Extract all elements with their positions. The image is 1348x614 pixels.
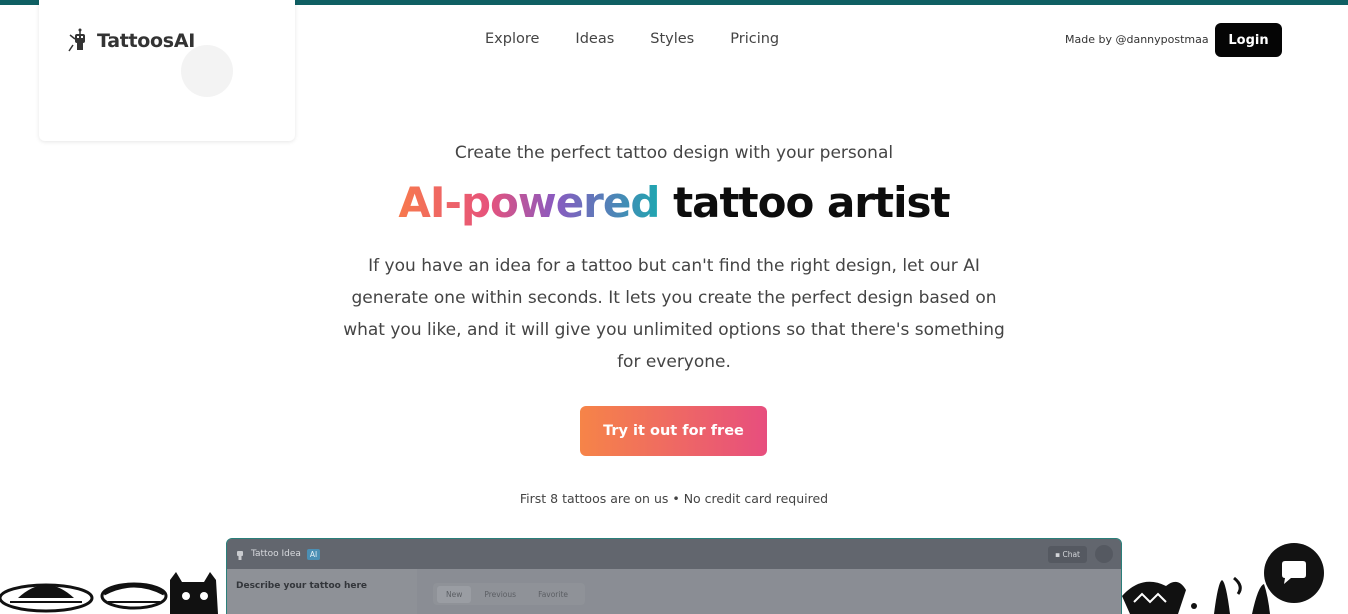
preview-chat-button: ▪ Chat — [1047, 545, 1087, 563]
preview-title: Tattoo Idea — [251, 549, 301, 559]
dropdown-ghost-card — [39, 0, 295, 141]
tab-favorite: Favorite — [538, 589, 569, 599]
hero-subtitle: Create the perfect tattoo design with yo… — [454, 143, 894, 163]
nav-pricing[interactable]: Pricing — [730, 31, 779, 47]
hero-description: If you have an idea for a tattoo but can… — [343, 256, 1005, 372]
robot-logo-icon — [68, 28, 85, 52]
nav-styles[interactable]: Styles — [650, 31, 694, 47]
login-button[interactable]: Login — [1215, 23, 1282, 57]
preview-chat-label: Chat — [1062, 549, 1080, 559]
hero-title: AI-powered tattoo artist — [0, 178, 1348, 227]
hero-title-highlight: AI-powered — [398, 178, 660, 227]
tab-previous: Previous — [484, 589, 517, 599]
logo-text: TattoosAI — [97, 30, 195, 52]
preview-header: Tattoo Idea AI ▪ Chat — [227, 539, 1121, 569]
user-icon — [1095, 545, 1113, 563]
preview-tabs: New Previous Favorite — [433, 583, 585, 605]
chat-bubble-icon: ▪ — [1054, 549, 1061, 559]
chat-widget-button[interactable] — [1264, 543, 1324, 603]
site-logo[interactable]: TattoosAI — [65, 27, 195, 55]
app-preview: Tattoo Idea AI ▪ Chat Describe your tatt… — [226, 538, 1122, 614]
free-note: First 8 tattoos are on us • No credit ca… — [519, 491, 829, 506]
describe-label: Describe your tattoo here — [236, 581, 368, 591]
hero-title-rest: tattoo artist — [673, 178, 951, 227]
try-free-button[interactable]: Try it out for free — [580, 406, 767, 456]
main-nav: Explore Ideas Styles Pricing — [485, 31, 779, 47]
nav-ideas[interactable]: Ideas — [575, 31, 614, 47]
tab-new: New — [437, 585, 472, 603]
tattoo-illustrations-left — [0, 572, 218, 614]
chat-bubble-icon — [1282, 561, 1306, 584]
robot-logo-icon — [237, 551, 243, 560]
nav-explore[interactable]: Explore — [485, 31, 539, 47]
ai-badge: AI — [306, 548, 321, 560]
made-by-link[interactable]: Made by @dannypostmaa — [1065, 33, 1209, 46]
